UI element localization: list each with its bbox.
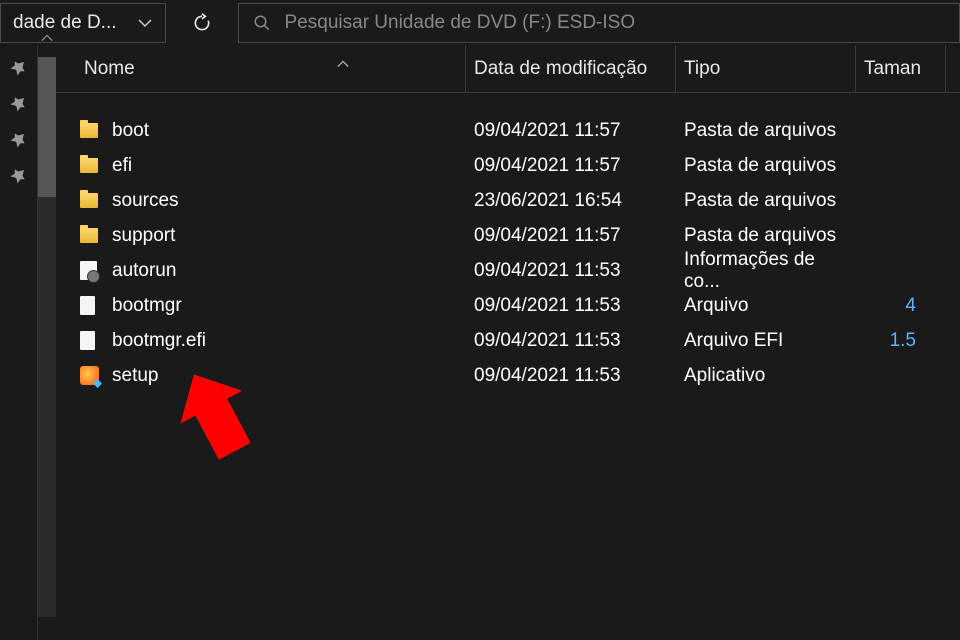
breadcrumb: dade de D... [13,12,117,34]
file-type: Pasta de arquivos [676,225,856,247]
list-item[interactable]: autorun09/04/2021 11:53Informações de co… [56,253,960,288]
column-header-size[interactable]: Taman [856,45,946,92]
scrollbar-thumb[interactable] [38,57,56,197]
list-item[interactable]: bootmgr.efi09/04/2021 11:53Arquivo EFI1.… [56,323,960,358]
file-size: 4 [856,295,916,317]
file-name: autorun [106,260,466,282]
file-icon [80,296,106,315]
file-size: 1.5 [856,330,916,352]
search-input[interactable] [285,12,945,34]
folder-icon [80,158,106,173]
breadcrumb-box[interactable]: dade de D... [0,3,166,43]
file-name: support [106,225,466,247]
pin-icon[interactable] [7,164,30,187]
chevron-up-icon [336,57,350,71]
file-name: sources [106,190,466,212]
folder-icon [80,228,106,243]
file-date: 09/04/2021 11:53 [466,295,676,317]
column-header-type[interactable]: Tipo [676,45,856,92]
refresh-button[interactable] [178,3,226,42]
address-search-bar: dade de D... [0,0,960,45]
folder-icon [80,193,106,208]
file-type: Aplicativo [676,365,856,387]
file-date: 09/04/2021 11:53 [466,365,676,387]
list-item[interactable]: setup09/04/2021 11:53Aplicativo [56,358,960,393]
file-date: 23/06/2021 16:54 [466,190,676,212]
file-date: 09/04/2021 11:57 [466,225,676,247]
column-headers: Nome Data de modificação Tipo Taman [56,45,960,93]
column-header-name[interactable]: Nome [76,45,466,92]
search-box[interactable] [238,3,960,43]
list-item[interactable]: bootmgr09/04/2021 11:53Arquivo4 [56,288,960,323]
file-name: efi [106,155,466,177]
pin-icon[interactable] [7,128,30,151]
file-name: bootmgr.efi [106,330,466,352]
list-item[interactable]: efi09/04/2021 11:57Pasta de arquivos [56,148,960,183]
chevron-up-icon[interactable] [40,31,54,45]
file-name: setup [106,365,466,387]
scrollbar-track[interactable] [38,57,56,617]
pin-icon[interactable] [7,56,30,79]
file-date: 09/04/2021 11:57 [466,155,676,177]
file-type: Pasta de arquivos [676,155,856,177]
list-item[interactable]: sources23/06/2021 16:54Pasta de arquivos [56,183,960,218]
file-list: boot09/04/2021 11:57Pasta de arquivosefi… [56,93,960,393]
tree-scrollbar[interactable] [38,45,56,640]
list-item[interactable]: boot09/04/2021 11:57Pasta de arquivos [56,113,960,148]
content-area: Nome Data de modificação Tipo Taman boot… [0,45,960,640]
file-type: Arquivo [676,295,856,317]
file-date: 09/04/2021 11:57 [466,120,676,142]
setup-icon [80,366,106,385]
chevron-down-icon[interactable] [137,15,153,31]
file-list-panel: Nome Data de modificação Tipo Taman boot… [56,45,960,640]
file-name: bootmgr [106,295,466,317]
file-type: Pasta de arquivos [676,190,856,212]
column-header-date[interactable]: Data de modificação [466,45,676,92]
file-type: Arquivo EFI [676,330,856,352]
refresh-icon [192,13,212,33]
quick-access-rail [0,45,38,640]
file-type: Informações de co... [676,249,856,293]
gear-icon [80,261,106,280]
file-name: boot [106,120,466,142]
file-type: Pasta de arquivos [676,120,856,142]
search-icon [253,14,271,32]
pin-icon[interactable] [7,92,30,115]
file-date: 09/04/2021 11:53 [466,260,676,282]
folder-icon [80,123,106,138]
file-date: 09/04/2021 11:53 [466,330,676,352]
file-icon [80,331,106,350]
